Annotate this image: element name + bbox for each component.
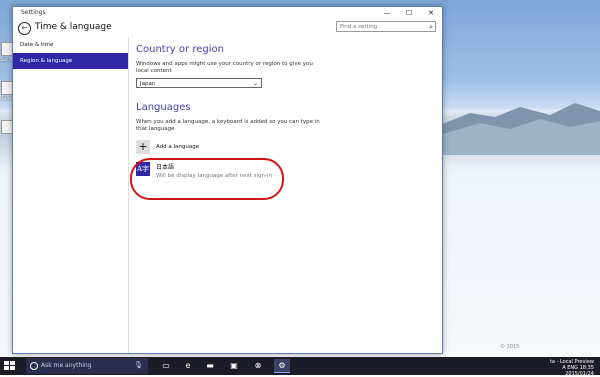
settings-window: Settings — ☐ ✕ ← Time & language Find a …: [12, 6, 443, 354]
store-icon[interactable]: ▣: [226, 359, 242, 373]
languages-description: When you add a language, a keyboard is a…: [136, 119, 320, 132]
region-description: Windows and apps might use your country …: [136, 61, 313, 74]
sidebar-item-region-language[interactable]: Region & language: [13, 53, 128, 69]
region-heading: Country or region: [136, 44, 224, 55]
watermark: © 2015: [500, 344, 520, 350]
mountain-scenery: [440, 103, 600, 155]
minimize-button[interactable]: —: [376, 7, 398, 19]
search-icon: ⌕: [429, 23, 433, 31]
add-language-button[interactable]: + Add a language: [136, 140, 436, 154]
cortana-search-box[interactable]: Ask me anything 🎙: [26, 358, 148, 374]
country-select[interactable]: Japan ⌄: [136, 78, 262, 88]
languages-heading: Languages: [136, 102, 191, 113]
cortana-icon: [30, 362, 38, 370]
plus-icon: +: [136, 140, 150, 154]
search-placeholder: Find a setting: [340, 24, 378, 30]
add-language-label: Add a language: [156, 144, 200, 150]
windows-start-icon[interactable]: [4, 361, 15, 371]
settings-gear-icon[interactable]: ⚙: [274, 359, 290, 373]
highlight-annotation-ring: [130, 158, 284, 200]
xbox-icon[interactable]: ⊗: [250, 359, 266, 373]
sidebar-item-date-time[interactable]: Date & time: [13, 37, 128, 53]
file-explorer-icon[interactable]: ▬: [202, 359, 218, 373]
task-view-icon[interactable]: ▭: [158, 359, 174, 373]
page-header: ← Time & language Find a setting ⌕: [13, 19, 442, 37]
window-title: Settings: [21, 9, 46, 16]
back-arrow-icon[interactable]: ←: [18, 22, 31, 35]
title-bar[interactable]: Settings — ☐ ✕: [13, 7, 442, 19]
chevron-down-icon: ⌄: [252, 80, 258, 87]
system-tray: ta - Local Preview A ENG 18:35 2015/01/2…: [550, 359, 594, 377]
maximize-button[interactable]: ☐: [398, 7, 420, 19]
taskbar: Ask me anything 🎙 ▭ e ▬ ▣ ⊗ ⚙ ta - Local…: [0, 357, 600, 377]
search-input[interactable]: Find a setting ⌕: [336, 21, 436, 32]
close-button[interactable]: ✕: [420, 7, 442, 19]
microphone-icon[interactable]: 🎙: [134, 361, 143, 369]
country-value: Japan: [140, 81, 156, 87]
cortana-placeholder: Ask me anything: [41, 362, 92, 369]
clock-date[interactable]: 2015/01/24: [565, 371, 594, 377]
sidebar: Date & time Region & language: [13, 37, 129, 353]
ie-browser-icon[interactable]: e: [180, 359, 196, 373]
page-title: Time & language: [35, 22, 112, 32]
